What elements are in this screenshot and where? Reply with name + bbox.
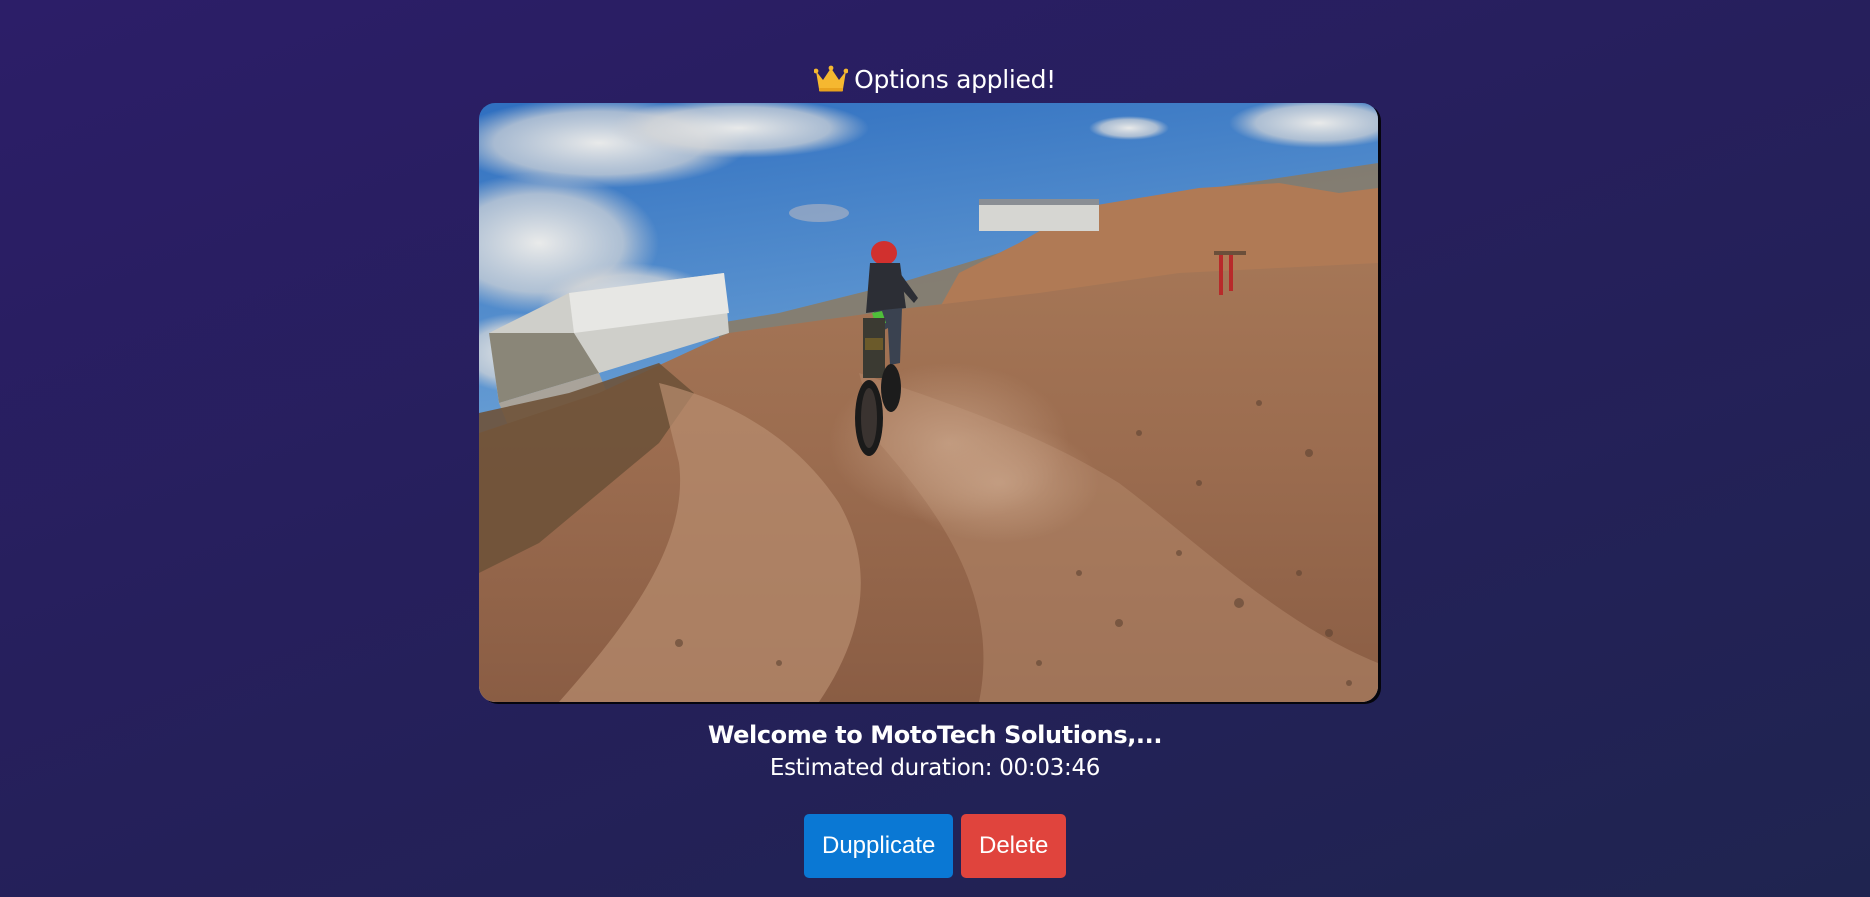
page: Options applied! Welcome to MotoTech Sol… xyxy=(0,0,1870,897)
crown-icon xyxy=(813,65,849,103)
video-thumbnail[interactable] xyxy=(479,103,1378,702)
delete-button[interactable]: Delete xyxy=(961,814,1066,878)
action-buttons: Dupplicate Delete xyxy=(0,814,1870,878)
duplicate-button[interactable]: Dupplicate xyxy=(804,814,953,878)
options-applied-banner: Options applied! xyxy=(0,62,1870,103)
dirt-track-scene-image xyxy=(479,103,1378,702)
estimated-duration: Estimated duration: 00:03:46 xyxy=(769,755,1101,781)
banner-text: Options applied! xyxy=(854,65,1056,94)
video-caption: Welcome to MotoTech Solutions,... Estima… xyxy=(0,718,1870,784)
video-title: Welcome to MotoTech Solutions,... xyxy=(707,721,1163,749)
